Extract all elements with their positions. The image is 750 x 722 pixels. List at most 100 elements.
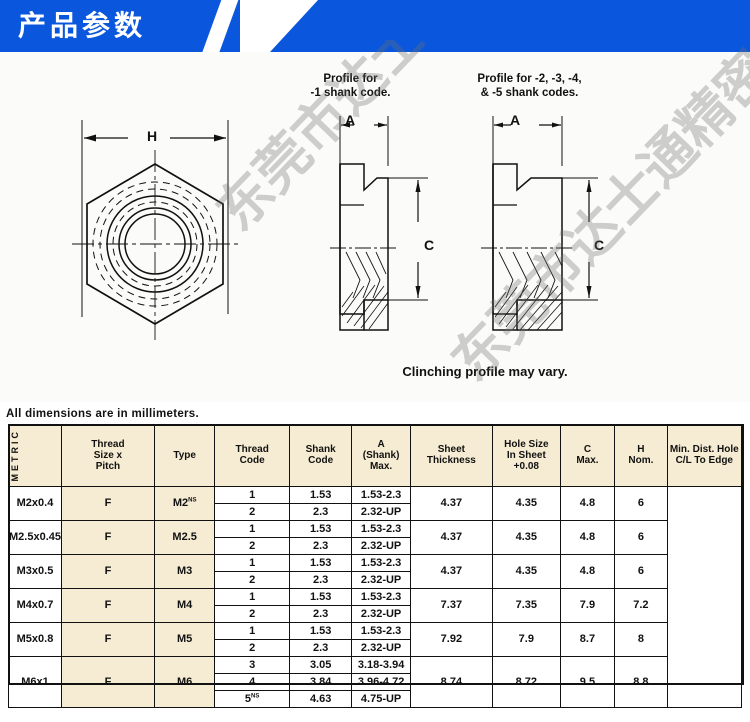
header-line: H [637,444,645,456]
cell-a-shank-max: 3.84 [288,672,353,691]
cell-hole-size: 8.74 [409,655,493,708]
cell-h-nom: 9.5 [559,655,616,708]
cell-shank-code: 2 [214,604,290,623]
cell-shank-code: 2 [214,638,290,657]
header-line: Pitch [95,460,121,472]
cell-shank-code: 2 [214,536,290,555]
cell-thread-code: M6 [153,655,216,708]
header-line: Type [173,449,196,461]
cell-c-max: 7.35 [491,587,561,623]
cell-shank-code: 1 [214,553,290,572]
cell-sheet-thickness: 1.53-2.3 [351,587,411,606]
cell-a-shank-max: 2.3 [288,502,353,521]
cell-a-shank-max: 2.3 [288,570,353,589]
cell-min-dist: 8.8 [614,655,668,708]
profile-section-right-drawing [481,116,598,331]
column-header-sheet-thickness: Sheet Thickness [409,424,493,487]
column-header-c-max: C Max. [559,424,616,487]
cell-thread-size: M4x0.7 [8,587,62,623]
cell-c-max: 4.35 [491,519,561,555]
dimension-label-a-left: A [345,112,356,128]
cell-shank-code: 1 [214,519,290,538]
cell-h-nom: 7.9 [559,587,616,623]
cell-a-shank-max: 1.53 [288,621,353,640]
cell-a-shank-max: 2.3 [288,638,353,657]
cell-h-nom: 4.8 [559,485,616,521]
cell-h-nom: 4.8 [559,553,616,589]
cell-a-shank-max: 1.53 [288,553,353,572]
cell-sheet-thickness: 2.32-UP [351,604,411,623]
table-row: M2.5x0.45 F M2.5 1 1.53 1.53-2.3 4.37 4.35 4.8 6 [8,519,742,555]
cell-hole-size: 4.37 [409,553,493,589]
cell-hole-size: 4.37 [409,485,493,521]
cell-thread-size: M5x0.8 [8,621,62,657]
cell-shank-code: 1 [214,485,290,504]
cell-thread-size: M2x0.4 [8,485,62,521]
cell-a-shank-max: 4.63 [288,689,353,708]
hexagon-plan-view-drawing [72,120,240,340]
cell-a-shank-max: 1.53 [288,485,353,504]
cell-c-max: 7.9 [491,621,561,657]
cell-shank-code: 2 [214,570,290,589]
cell-min-dist: 8 [614,621,668,657]
header-line: Max. [369,460,393,472]
table-row: M2x0.4 F M2NS 1 1.53 1.53-2.3 4.37 4.35 4.8 6 [8,485,742,521]
banner-right-block [270,0,750,52]
column-header-type: Type [153,424,216,487]
page-header-banner: 产品参数 [0,0,750,52]
cell-min-dist: 6 [614,553,668,589]
cell-c-max: 4.35 [491,485,561,521]
cell-sheet-thickness: 2.32-UP [351,570,411,589]
header-line: Thread [91,438,125,450]
cell-thread-code: M5 [153,621,216,657]
metric-group-header: METRIC [8,424,62,487]
cell-sheet-thickness: 1.53-2.3 [351,485,411,504]
dimension-label-h: H [147,128,158,144]
header-line: Min. Dist. Hole [669,444,739,456]
cell-thread-size: M2.5x0.45 [8,519,62,555]
column-header-thread-code: Thread Code [214,424,290,487]
cell-thread-code: M4 [153,587,216,623]
table-row: M5x0.8 F M5 1 1.53 1.53-2.3 7.92 7.9 8.7 8 [8,621,742,657]
header-line: A [377,438,385,450]
header-line: Hole Size [504,438,549,450]
cell-thread-size: M3x0.5 [8,553,62,589]
units-note: All dimensions are in millimeters. [6,408,199,420]
cell-a-shank-max: 3.05 [288,655,353,674]
header-line: Size x [93,449,123,461]
profile-section-left-drawing [330,116,428,331]
caption-right-line1: Profile for -2, -3, -4, [477,73,582,85]
table-row: M4x0.7 F M4 1 1.53 1.53-2.3 7.37 7.35 7.9 7.2 [8,587,742,623]
header-line: C/L To Edge [675,455,733,467]
cell-thread-size: M6x1 [8,655,62,708]
cell-shank-code: 1 [214,621,290,640]
specification-table-wrapper: METRIC Thread Size x Pitch Type Thread C… [8,424,743,708]
cell-h-nom: 4.8 [559,519,616,555]
cell-hole-size: 4.37 [409,519,493,555]
header-line: +0.08 [513,460,539,472]
cell-thread-code: M3 [153,553,216,589]
table-header-row: METRIC Thread Size x Pitch Type Thread C… [8,424,743,487]
header-line: Code [308,455,334,467]
table-body: M2x0.4 F M2NS 1 1.53 1.53-2.3 4.37 4.35 4.8 6 2 2.3… [8,485,742,708]
cell-min-dist: 6 [614,519,668,555]
caption-right-line2: & -5 shank codes. [480,87,579,99]
cell-sheet-thickness: 2.32-UP [351,638,411,657]
header-line: Sheet [437,444,465,456]
cell-shank-code: 1 [214,587,290,606]
caption-clinching-note: Clinching profile may vary. [402,364,568,379]
header-line: Thread [235,444,269,456]
column-header-min-dist: Min. Dist. Hole C/L To Edge [666,424,743,487]
cell-type: F [60,587,155,623]
dimension-label-c-right: C [594,237,605,253]
cell-c-max: 4.35 [491,553,561,589]
cell-type: F [60,519,155,555]
header-line: Thickness [426,455,476,467]
technical-drawing-area: Profile for -1 shank code. Profile for -… [0,52,750,402]
table-row: M6x1 F M6 3 3.05 3.18-3.94 8.74 8.72 9.5 8.8 [8,655,742,708]
cell-sheet-thickness: 1.53-2.3 [351,519,411,538]
cell-thread-code: M2.5 [153,519,216,555]
column-header-shank-code: Shank Code [288,424,353,487]
cell-min-dist: 6 [614,485,668,521]
column-header-thread-size: Thread Size x Pitch [60,424,155,487]
